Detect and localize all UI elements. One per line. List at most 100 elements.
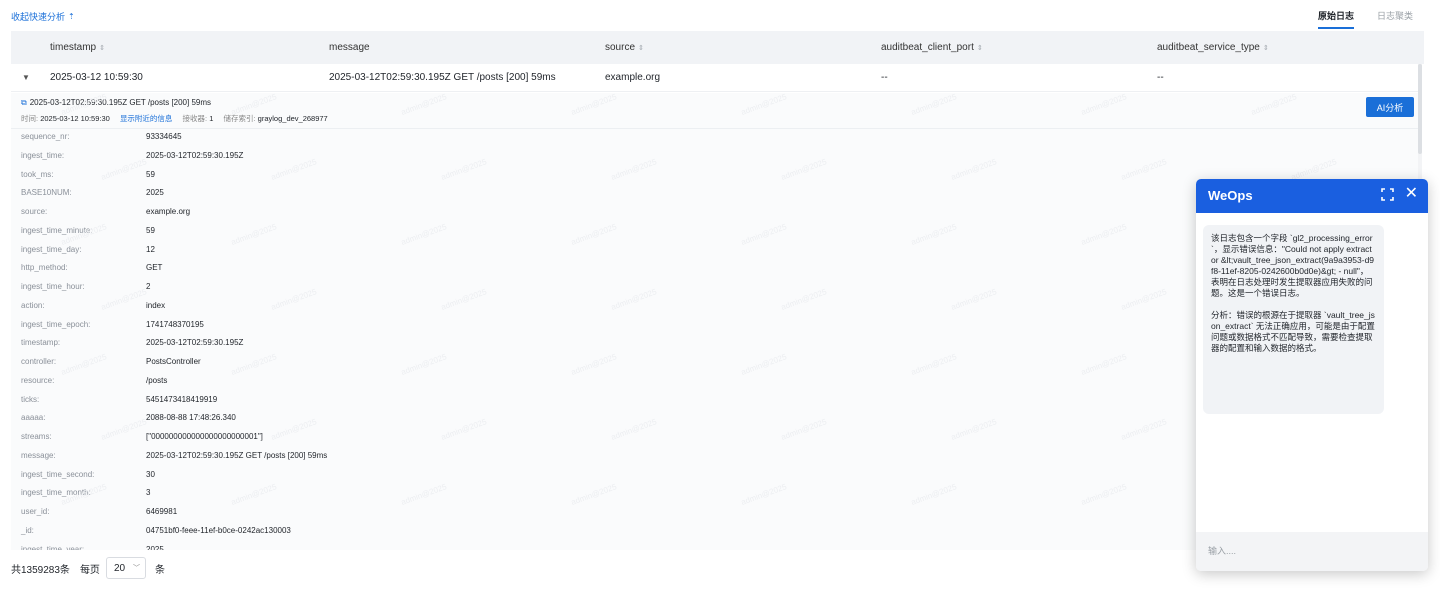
- ai-analysis-button[interactable]: AI分析: [1366, 97, 1414, 117]
- column-header-message[interactable]: message: [329, 31, 370, 64]
- field-value: GET: [146, 263, 163, 273]
- scrollbar-thumb[interactable]: [1418, 64, 1422, 154]
- detail-meta: 时间: 2025-03-12 10:59:30 显示附近的信息 接收器: 1 储…: [21, 113, 336, 124]
- column-label: source: [605, 42, 636, 53]
- collapse-row-icon[interactable]: ▼: [22, 64, 30, 92]
- field-value: /posts: [146, 375, 168, 385]
- field-value: 59: [146, 225, 155, 235]
- chat-header: WeOps ✕: [1196, 179, 1428, 213]
- field-key: user_id:: [21, 507, 50, 516]
- close-icon[interactable]: ✕: [1405, 185, 1418, 203]
- chat-input[interactable]: [1208, 544, 1408, 558]
- sort-icon: ⇕: [638, 45, 644, 52]
- chat-title: WeOps: [1208, 188, 1253, 203]
- column-header-auditbeat-client-port[interactable]: auditbeat_client_port ⇕: [881, 31, 983, 64]
- detail-title-text: 2025-03-12T02:59:30.195Z GET /posts [200…: [29, 98, 212, 107]
- field-key: ingest_time_month:: [21, 488, 91, 498]
- per-page-label: 每页: [79, 564, 100, 576]
- field-value: 93334645: [146, 132, 182, 141]
- field-value: 2025: [146, 188, 164, 198]
- field-key: timestamp:: [21, 338, 61, 348]
- chat-input-bar: [1196, 532, 1428, 571]
- tab-raw-logs[interactable]: 原始日志: [1317, 9, 1354, 29]
- tab-log-clustering[interactable]: 日志聚类: [1377, 9, 1413, 29]
- column-header-source[interactable]: source ⇕: [605, 31, 644, 64]
- field-value: 6469981: [146, 507, 178, 516]
- chevron-down-icon: ﹀: [132, 565, 140, 572]
- column-header-timestamp[interactable]: timestamp ⇕: [50, 31, 105, 64]
- field-key: ingest_time_year:: [21, 544, 85, 551]
- field-key: ingest_time_day:: [21, 244, 82, 254]
- field-key: controller:: [21, 357, 57, 366]
- field-key: _id:: [21, 525, 34, 535]
- collapse-icon: ⇡: [68, 12, 75, 21]
- field-key: took_ms:: [21, 169, 54, 179]
- field-key: ingest_time_hour:: [21, 282, 85, 291]
- column-label: auditbeat_client_port: [881, 42, 974, 53]
- index-value: graylog_dev_268977: [257, 114, 328, 123]
- table-row[interactable]: ▼ 2025-03-12 10:59:30 2025-03-12T02:59:3…: [11, 64, 1420, 92]
- field-value: 2: [146, 282, 151, 291]
- field-key: action:: [21, 300, 45, 310]
- view-tabs: 原始日志 日志聚类: [1317, 9, 1413, 29]
- show-nearby-link[interactable]: 显示附近的信息: [120, 114, 173, 123]
- field-value: 2025-03-12T02:59:30.195Z: [146, 338, 244, 348]
- field-key: streams:: [21, 432, 52, 441]
- total-count: 共1359283条: [11, 564, 70, 576]
- field-value: 3: [146, 488, 151, 498]
- field-key: ingest_time_epoch:: [21, 319, 91, 329]
- detail-title: ⧉ 2025-03-12T02:59:30.195Z GET /posts [20…: [21, 98, 211, 108]
- field-row: ingest_time: 2025-03-12T02:59:30.195Z: [11, 146, 1420, 165]
- field-key: ticks:: [21, 394, 40, 404]
- detail-header: ⧉ 2025-03-12T02:59:30.195Z GET /posts [20…: [11, 93, 1420, 129]
- field-key: http_method:: [21, 263, 68, 273]
- time-label: 时间:: [21, 114, 39, 123]
- page-size-select[interactable]: 20 ﹀: [105, 557, 146, 579]
- field-value: PostsController: [146, 357, 201, 366]
- field-value: 2025-03-12T02:59:30.195Z GET /posts [200…: [146, 450, 328, 460]
- collapse-quick-analysis-link[interactable]: 收起快速分析 ⇡: [11, 10, 75, 23]
- cell-auditbeat-client-port: --: [881, 72, 888, 83]
- column-header-auditbeat-service-type[interactable]: auditbeat_service_type ⇕: [1157, 31, 1269, 64]
- cell-timestamp: 2025-03-12 10:59:30: [50, 72, 143, 83]
- field-row: sequence_nr: 93334645: [11, 127, 1420, 146]
- pagination: 共1359283条 每页 20 ﹀ 条: [11, 556, 165, 580]
- column-label: auditbeat_service_type: [1157, 42, 1260, 53]
- sort-icon: ⇕: [99, 45, 105, 52]
- column-label: timestamp: [50, 42, 97, 53]
- table-header: timestamp ⇕ message source ⇕ auditbeat_cli…: [11, 31, 1424, 64]
- page-size-value: 20: [113, 562, 126, 574]
- field-value: index: [146, 300, 166, 310]
- field-value: 59: [146, 169, 155, 179]
- collapse-label: 收起快速分析: [11, 12, 66, 22]
- top-bar: 收起快速分析 ⇡ 原始日志 日志聚类: [0, 0, 1440, 32]
- field-key: aaaaa:: [21, 413, 46, 423]
- expand-icon[interactable]: [1381, 188, 1394, 201]
- chat-message-paragraph: 该日志包含一个字段 `gl2_processing_error`，显示错误信息：…: [1211, 233, 1375, 298]
- field-key: BASE10NUM:: [21, 188, 72, 198]
- field-value: 2025-03-12T02:59:30.195Z: [146, 150, 244, 160]
- field-value: 04751bf0-feee-11ef-b0ce-0242ac130003: [146, 525, 291, 535]
- time-value: 2025-03-12 10:59:30: [40, 114, 110, 123]
- cell-auditbeat-service-type: --: [1157, 72, 1164, 83]
- field-key: sequence_nr:: [21, 132, 70, 141]
- field-value: 2025: [146, 544, 164, 551]
- field-value: 30: [146, 469, 155, 479]
- field-value: 2088-08-88 17:48:26.340: [146, 413, 236, 423]
- receiver-label: 接收器:: [182, 114, 208, 123]
- field-key: message:: [21, 450, 56, 460]
- field-value: example.org: [146, 207, 191, 216]
- field-value: ["000000000000000000000001"]: [146, 432, 263, 441]
- weops-chat-panel: WeOps ✕ 该日志包含一个字段 `gl2_processing_error`…: [1196, 179, 1428, 571]
- field-value: 5451473418419919: [146, 394, 218, 404]
- per-page-unit: 条: [154, 564, 165, 576]
- copy-icon[interactable]: ⧉: [21, 98, 27, 107]
- field-key: ingest_time_second:: [21, 469, 95, 479]
- field-key: ingest_time_minute:: [21, 225, 93, 235]
- sort-icon: ⇕: [976, 45, 983, 52]
- field-value: 1741748370195: [146, 319, 204, 329]
- index-label: 储存索引:: [223, 114, 256, 123]
- field-key: ingest_time:: [21, 150, 65, 160]
- field-value: 12: [146, 244, 155, 254]
- cell-message: 2025-03-12T02:59:30.195Z GET /posts [200…: [329, 72, 556, 83]
